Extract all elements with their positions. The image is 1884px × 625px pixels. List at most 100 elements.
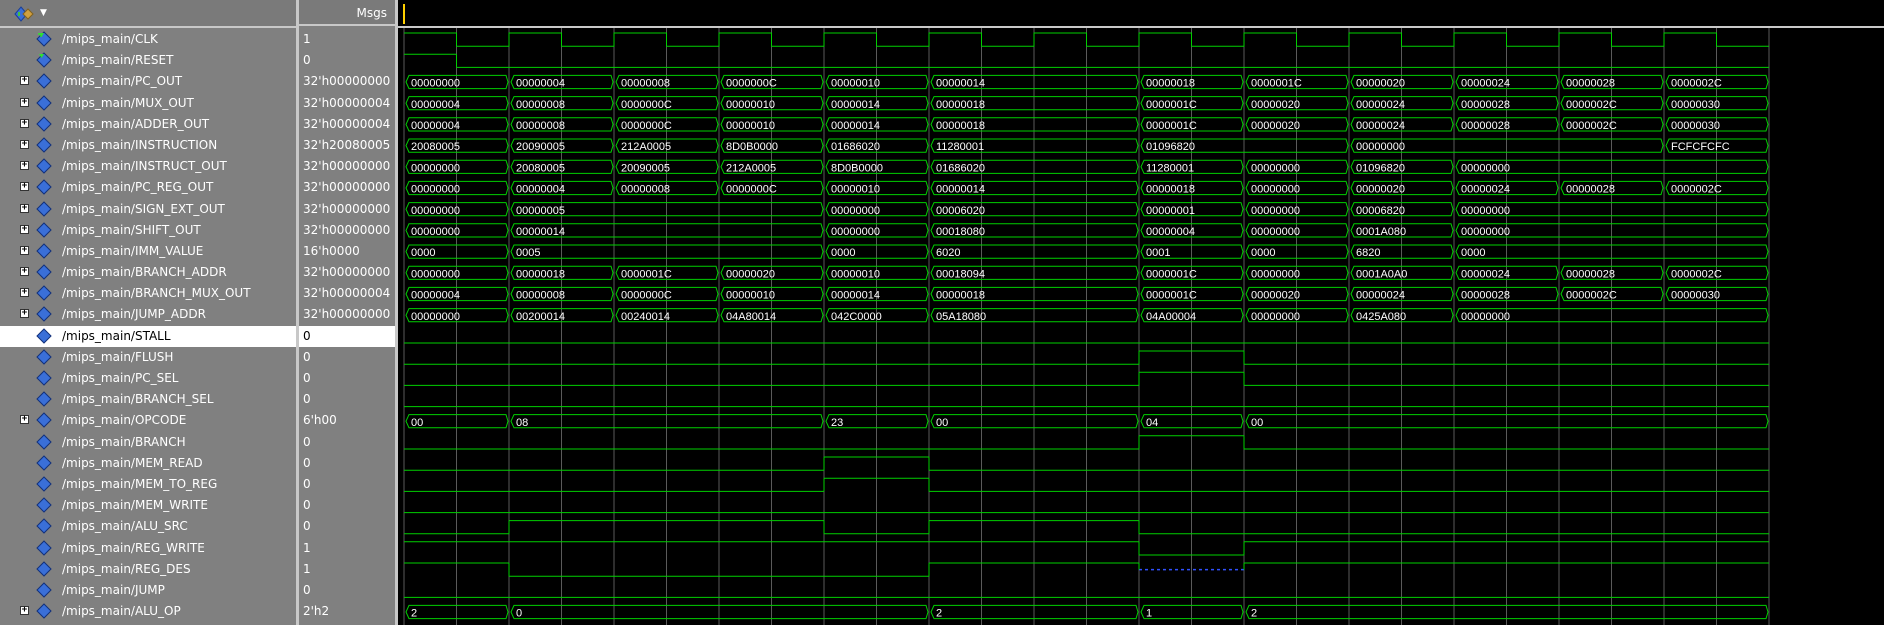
signal-icon [36, 370, 52, 386]
signal-row-adder-out[interactable]: + /mips_main/ADDER_OUT [0, 114, 296, 135]
value-row-instruction[interactable]: 32'h20080005 [299, 135, 395, 156]
signal-row-flush[interactable]: /mips_main/FLUSH [0, 347, 296, 368]
signal-value: 1 [303, 540, 311, 555]
signal-row-alu-op[interactable]: + /mips_main/ALU_OP [0, 601, 296, 622]
expand-icon[interactable]: + [20, 76, 29, 86]
signal-icon [36, 327, 52, 344]
value-row-shift-out[interactable]: 32'h00000000 [299, 220, 395, 241]
bus-value-label: 00000004 [411, 290, 460, 302]
expand-icon[interactable]: + [20, 182, 29, 192]
bus-value-label: 0000000C [726, 78, 777, 90]
signal-row-clk[interactable]: /mips_main/CLK [0, 29, 296, 50]
signal-value: 32'h00000000 [303, 307, 391, 322]
value-row-reg-write[interactable]: 1 [299, 538, 395, 559]
signal-row-imm-value[interactable]: + /mips_main/IMM_VALUE [0, 241, 296, 262]
value-row-stall[interactable]: 0 [299, 325, 395, 347]
value-row-adder-out[interactable]: 32'h00000004 [299, 114, 395, 135]
bus-value-label: 00000000 [1251, 268, 1300, 280]
bus-value-label: 0000 [831, 247, 855, 259]
value-row-pc-sel[interactable]: 0 [299, 368, 395, 389]
value-row-mem-to-reg[interactable]: 0 [299, 474, 395, 495]
expand-icon[interactable]: + [20, 203, 29, 213]
signal-row-branch-mux-out[interactable]: + /mips_main/BRANCH_MUX_OUT [0, 283, 296, 304]
bus-value-label: 00000000 [1251, 162, 1300, 174]
value-row-mem-read[interactable]: 0 [299, 453, 395, 474]
signal-icon [36, 560, 52, 577]
signal-row-instruct-out[interactable]: + /mips_main/INSTRUCT_OUT [0, 156, 296, 177]
signal-name: /mips_main/STALL [62, 328, 171, 343]
signal-row-branch-sel[interactable]: /mips_main/BRANCH_SEL [0, 389, 296, 410]
signal-row-alu-src[interactable]: /mips_main/ALU_SRC [0, 516, 296, 537]
expand-icon[interactable]: + [20, 161, 29, 171]
bus-value-label: 00000008 [516, 120, 565, 132]
expand-icon[interactable]: + [20, 415, 29, 425]
signal-name: /mips_main/ALU_SRC [62, 519, 188, 534]
signal-row-sign-ext-out[interactable]: + /mips_main/SIGN_EXT_OUT [0, 199, 296, 220]
signal-row-mem-to-reg[interactable]: /mips_main/MEM_TO_REG [0, 474, 296, 495]
value-row-clk[interactable]: 1 [299, 29, 395, 50]
signal-row-branch-addr[interactable]: + /mips_main/BRANCH_ADDR [0, 262, 296, 283]
chevron-down-icon[interactable]: ▼ [40, 8, 47, 18]
signal-value-list: 1 0 32'h00000000 32'h00000004 32'h00000004 32… [299, 29, 395, 622]
signal-row-shift-out[interactable]: + /mips_main/SHIFT_OUT [0, 220, 296, 241]
value-row-pc-out[interactable]: 32'h00000000 [299, 71, 395, 92]
signal-row-jump-addr[interactable]: + /mips_main/JUMP_ADDR [0, 304, 296, 325]
value-row-branch-mux-out[interactable]: 32'h00000004 [299, 283, 395, 304]
expand-icon[interactable]: + [20, 606, 29, 616]
value-row-alu-op[interactable]: 2'h2 [299, 601, 395, 622]
signal-row-mux-out[interactable]: + /mips_main/MUX_OUT [0, 93, 296, 114]
expand-icon[interactable]: + [20, 267, 29, 277]
value-row-instruct-out[interactable]: 32'h00000000 [299, 156, 395, 177]
signal-icon [36, 497, 52, 513]
signal-row-pc-out[interactable]: + /mips_main/PC_OUT [0, 71, 296, 92]
value-row-reset[interactable]: 0 [299, 50, 395, 71]
signal-value: 0 [303, 582, 311, 597]
add-wave-icon[interactable] [14, 6, 36, 22]
expand-icon[interactable]: + [20, 245, 29, 255]
signal-row-mem-write[interactable]: /mips_main/MEM_WRITE [0, 495, 296, 516]
value-row-branch[interactable]: 0 [299, 432, 395, 453]
signal-row-reg-write[interactable]: /mips_main/REG_WRITE [0, 538, 296, 559]
bus-value-label: 0000002C [1671, 78, 1722, 90]
value-row-jump-addr[interactable]: 32'h00000000 [299, 304, 395, 325]
value-row-branch-sel[interactable]: 0 [299, 389, 395, 410]
value-row-alu-src[interactable]: 0 [299, 516, 395, 537]
value-row-mem-write[interactable]: 0 [299, 495, 395, 516]
waveform-canvas[interactable]: 00000000 00000004 00000008 0000000C 00000010… [398, 0, 1884, 625]
value-row-pc-reg-out[interactable]: 32'h00000000 [299, 177, 395, 198]
signal-row-stall[interactable]: /mips_main/STALL [0, 325, 296, 347]
expand-icon[interactable]: + [20, 288, 29, 298]
value-row-opcode[interactable]: 6'h00 [299, 410, 395, 431]
value-row-jump[interactable]: 0 [299, 580, 395, 601]
waveform-pane[interactable]: 00000000 00000004 00000008 0000000C 00000010… [398, 0, 1884, 625]
signal-row-reset[interactable]: /mips_main/RESET [0, 50, 296, 71]
expand-icon[interactable]: + [20, 118, 29, 128]
value-row-sign-ext-out[interactable]: 32'h00000000 [299, 199, 395, 220]
expand-icon[interactable]: + [20, 309, 29, 319]
bus-value-label: 0000001C [1146, 120, 1197, 132]
signal-value: 0 [303, 498, 311, 513]
value-row-flush[interactable]: 0 [299, 347, 395, 368]
bus-value-label: 00000000 [411, 226, 460, 238]
value-row-branch-addr[interactable]: 32'h00000000 [299, 262, 395, 283]
bus-value-label: 00000000 [831, 226, 880, 238]
value-row-mux-out[interactable]: 32'h00000004 [299, 93, 395, 114]
signal-row-reg-des[interactable]: /mips_main/REG_DES [0, 559, 296, 580]
signal-row-instruction[interactable]: + /mips_main/INSTRUCTION [0, 135, 296, 156]
bus-value-label: 0005 [516, 247, 540, 259]
signal-row-jump[interactable]: /mips_main/JUMP [0, 580, 296, 601]
value-row-reg-des[interactable]: 1 [299, 559, 395, 580]
signal-row-opcode[interactable]: + /mips_main/OPCODE [0, 410, 296, 431]
signal-row-pc-sel[interactable]: /mips_main/PC_SEL [0, 368, 296, 389]
signal-row-mem-read[interactable]: /mips_main/MEM_READ [0, 453, 296, 474]
bus-value-label: 00000004 [516, 184, 565, 196]
signal-row-pc-reg-out[interactable]: + /mips_main/PC_REG_OUT [0, 177, 296, 198]
signal-row-branch[interactable]: /mips_main/BRANCH [0, 432, 296, 453]
value-row-imm-value[interactable]: 16'h0000 [299, 241, 395, 262]
bus-value-label: 00000014 [516, 226, 565, 238]
bus-value-label: 0425A080 [1356, 311, 1406, 323]
bus-value-label: 00000008 [516, 290, 565, 302]
expand-icon[interactable]: + [20, 97, 29, 107]
expand-icon[interactable]: + [20, 224, 29, 234]
expand-icon[interactable]: + [20, 139, 29, 149]
